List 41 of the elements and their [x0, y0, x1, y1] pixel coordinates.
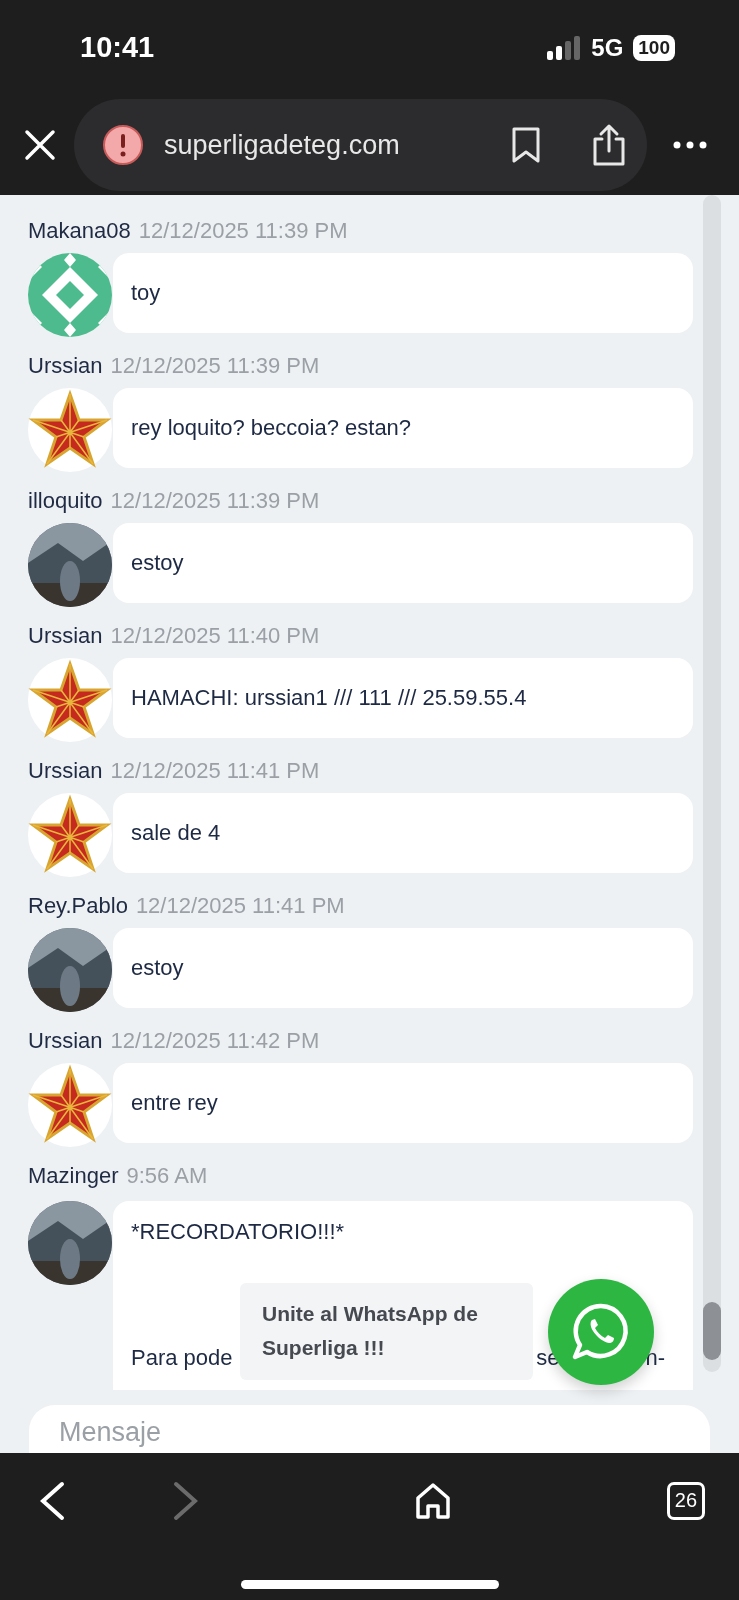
message-text: estoy: [131, 955, 185, 981]
tabs-button[interactable]: 26: [666, 1481, 705, 1520]
back-button[interactable]: [38, 1480, 66, 1521]
message-time: 12/12/2025 11:40 PM: [110, 623, 320, 649]
message-text: Para pode: [131, 1345, 233, 1372]
clock: 10:41: [80, 31, 156, 64]
message-time: 12/12/2025 11:42 PM: [110, 1028, 320, 1054]
message-time: 9:56 AM: [126, 1163, 208, 1189]
message-time: 12/12/2025 11:41 PM: [110, 758, 320, 784]
whatsapp-popup[interactable]: Unite al WhatsApp de Superliga !!!: [240, 1283, 533, 1380]
username[interactable]: Urssian: [28, 1028, 103, 1054]
share-button[interactable]: [591, 123, 627, 167]
message-time: 12/12/2025 11:41 PM: [135, 893, 345, 919]
warning-icon: [102, 124, 144, 166]
message-text: toy: [131, 280, 162, 306]
network-label: 5G: [591, 33, 624, 62]
message-text: estoy: [131, 550, 185, 576]
more-button[interactable]: [673, 141, 707, 149]
battery-level: 100: [633, 34, 675, 61]
username[interactable]: illoquito: [28, 488, 103, 514]
message-text: HAMACHI: urssian1 /// 111 /// 25.59.55.4: [131, 685, 528, 711]
url-text: superligadeteg.com: [164, 129, 401, 161]
username[interactable]: Makana08: [28, 218, 131, 244]
close-button[interactable]: [24, 129, 56, 161]
username[interactable]: Urssian: [28, 623, 103, 649]
message-text: rey loquito? beccoia? estan?: [131, 415, 413, 441]
message-time: 12/12/2025 11:39 PM: [110, 488, 320, 514]
bookmark-button[interactable]: [511, 126, 541, 164]
username[interactable]: Urssian: [28, 353, 103, 379]
scrollbar-thumb[interactable]: [703, 1302, 721, 1360]
username[interactable]: Mazinger: [28, 1163, 119, 1189]
username[interactable]: Urssian: [28, 758, 103, 784]
message-text: sale de 4: [131, 820, 222, 846]
message-text: *RECORDATORIO!!!*: [131, 1219, 346, 1245]
message-time: 12/12/2025 11:39 PM: [110, 353, 320, 379]
message-text: entre rey: [131, 1090, 219, 1116]
message-time: 12/12/2025 11:39 PM: [138, 218, 348, 244]
home-button[interactable]: [415, 1481, 452, 1520]
username[interactable]: Rey.Pablo: [28, 893, 128, 919]
signal-icon: [547, 35, 582, 60]
address-bar[interactable]: superligadeteg.com: [74, 99, 647, 191]
